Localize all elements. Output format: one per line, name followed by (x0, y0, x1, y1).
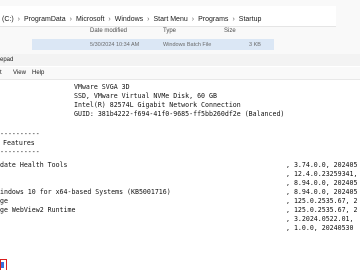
column-type[interactable]: Type (163, 28, 176, 34)
section-title: Features (3, 139, 35, 147)
highlight-annotation-box (0, 259, 7, 270)
file-type: Windows Batch File (163, 42, 212, 48)
feature-name: ge (0, 197, 8, 205)
breadcrumb-microsoft[interactable]: Microsoft (74, 16, 106, 23)
feature-version: , 125.0.2535.67, 2 (286, 197, 358, 205)
breadcrumb: (C:) › ProgramData › Microsoft › Windows… (0, 16, 263, 23)
feature-version: , 3.74.0.0, 202405 (286, 161, 358, 169)
file-size: 3 KB (249, 42, 261, 48)
feature-version: , 8.94.0.0, 202405 (286, 179, 358, 187)
hardware-line-gpu: VMware SVGA 3D (74, 83, 130, 91)
breadcrumb-startup[interactable]: Startup (237, 16, 264, 23)
breadcrumb-drive[interactable]: (C:) (0, 16, 16, 23)
breadcrumb-windows[interactable]: Windows (113, 16, 145, 23)
text-editor[interactable]: VMware SVGA 3D SSD, VMware Virtual NVMe … (0, 80, 360, 270)
feature-name: ge WebView2 Runtime (0, 206, 76, 214)
feature-name: date Health Tools (0, 161, 68, 169)
hardware-line-disk: SSD, VMware Virtual NVMe Disk, 60 GB (74, 92, 217, 100)
feature-name: indows 10 for x64-based Systems (KB50017… (0, 188, 171, 196)
file-explorer-window: (C:) › ProgramData › Microsoft › Windows… (0, 0, 360, 54)
feature-version: , 8.94.0.0, 202405 (286, 188, 358, 196)
address-bar[interactable]: (C:) › ProgramData › Microsoft › Windows… (0, 6, 336, 27)
feature-version: , 3.2024.0522.01, (286, 215, 354, 223)
notepad-window: epad t View Help VMware SVGA 3D SSD, VMw… (0, 54, 360, 270)
menu-edit[interactable]: t (0, 70, 2, 76)
file-date: 5/30/2024 10:34 AM (90, 42, 140, 48)
divider-line: ---------- (0, 148, 40, 156)
menu-help[interactable]: Help (32, 70, 44, 76)
hardware-line-network: Intel(R) 82574L Gigabit Network Connecti… (74, 101, 241, 109)
breadcrumb-programs[interactable]: Programs (196, 16, 230, 23)
breadcrumb-start-menu[interactable]: Start Menu (152, 16, 190, 23)
notepad-titlebar: epad (0, 54, 360, 66)
feature-version: , 125.0.2535.67, 2 (286, 206, 358, 214)
feature-version: , 1.0.0, 20240530 (286, 224, 354, 232)
column-size[interactable]: Size (224, 28, 236, 34)
feature-version: , 12.4.0.23259341, (286, 170, 358, 178)
menu-view[interactable]: View (13, 70, 26, 76)
column-date-modified[interactable]: Date modified (90, 28, 127, 34)
file-row-selected[interactable] (32, 39, 274, 50)
breadcrumb-programdata[interactable]: ProgramData (22, 16, 68, 23)
divider-line: ---------- (0, 130, 40, 138)
notepad-title: epad (0, 57, 14, 63)
menu-bar: t View Help (0, 67, 360, 80)
hardware-line-power-plan: GUID: 381b4222-f694-41f0-9685-ff5bb260df… (74, 110, 285, 118)
